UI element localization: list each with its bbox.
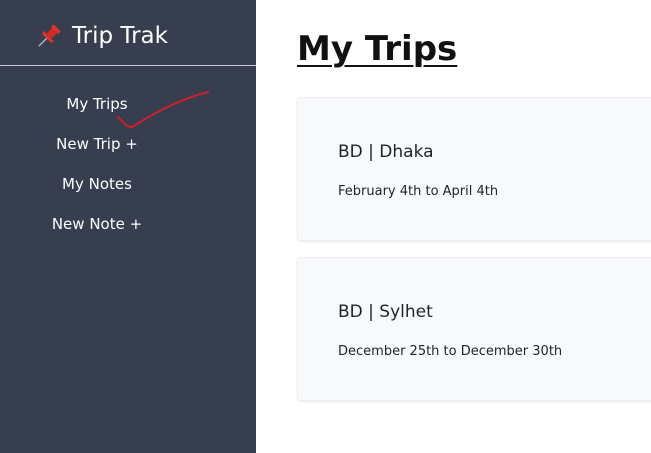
sidebar-item-new-trip[interactable]: New Trip + (0, 134, 194, 154)
trip-dates: February 4th to April 4th (338, 184, 499, 199)
pushpin-icon (38, 24, 61, 47)
app: Trip Trak My Trips New Trip + My Notes N… (0, 0, 651, 453)
check-mark-annotation (117, 91, 209, 128)
trip-card[interactable]: BD | Dhaka February 4th to April 4th (297, 97, 651, 241)
brand-name: Trip Trak (72, 23, 168, 49)
sidebar-item-my-notes[interactable]: My Notes (0, 174, 194, 194)
page-title: My Trips (297, 29, 458, 69)
sidebar-item-new-note[interactable]: New Note + (0, 214, 194, 234)
brand[interactable]: Trip Trak (0, 0, 256, 66)
trip-card[interactable]: BD | Sylhet December 25th to December 30… (297, 257, 651, 401)
main-content: My Trips BD | Dhaka February 4th to Apri… (256, 0, 651, 453)
trip-name: BD | Dhaka (338, 142, 434, 162)
sidebar: Trip Trak My Trips New Trip + My Notes N… (0, 0, 256, 453)
trip-dates: December 25th to December 30th (338, 344, 563, 359)
trip-name: BD | Sylhet (338, 302, 433, 322)
